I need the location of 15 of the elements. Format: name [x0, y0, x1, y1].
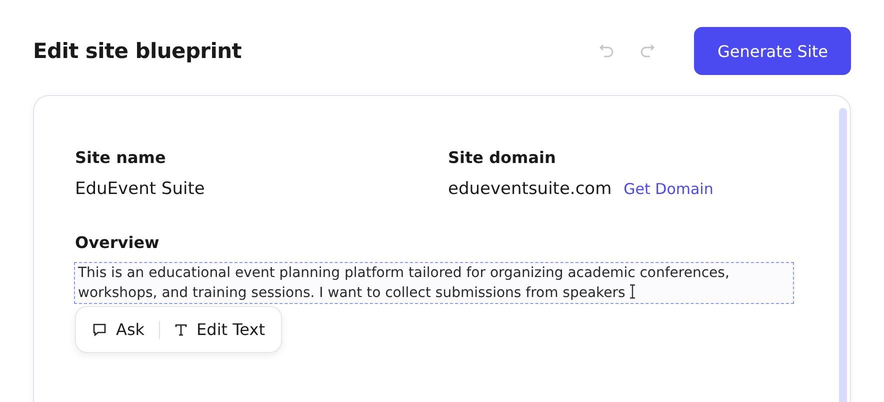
edit-text-button[interactable]: Edit Text [166, 312, 273, 347]
text-cursor-icon [629, 284, 636, 299]
scrollbar[interactable] [839, 108, 847, 402]
site-domain-label: Site domain [448, 148, 557, 167]
chat-icon [92, 322, 107, 337]
generate-site-button[interactable]: Generate Site [694, 27, 851, 75]
site-name-value: EduEvent Suite [75, 179, 206, 199]
text-icon [174, 322, 188, 336]
overview-label: Overview [75, 233, 160, 252]
ask-button[interactable]: Ask [84, 312, 153, 347]
site-name-label: Site name [75, 148, 167, 167]
site-domain-value: edueventsuite.com [448, 179, 612, 199]
page-title: Edit site blueprint [33, 39, 242, 63]
overview-text-field[interactable]: This is an educational event planning platform tailored for organizing academic conferences, workshops, and training sessions. I want to collect submissions from speakers [74, 262, 794, 304]
get-domain-link[interactable]: Get Domain [624, 180, 714, 198]
